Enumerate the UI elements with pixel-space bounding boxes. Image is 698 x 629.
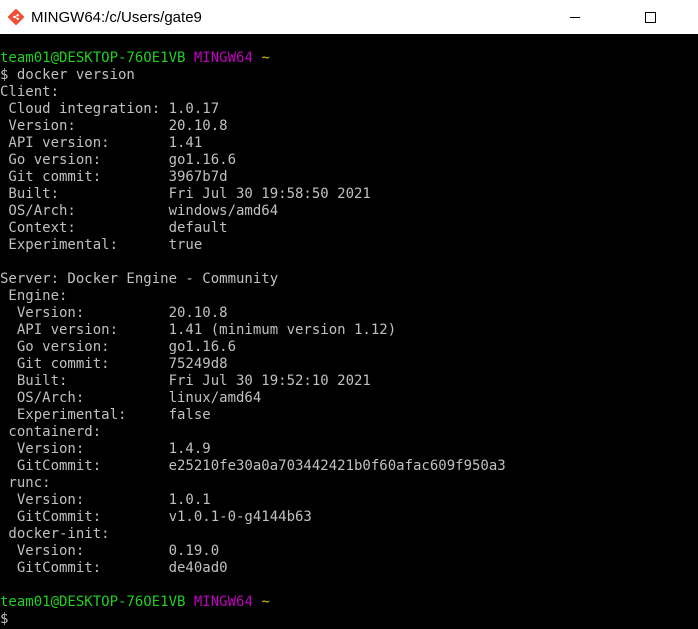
prompt-line: team01@DESKTOP-76OE1VB MINGW64 ~ — [0, 50, 506, 67]
command-output: Client: Cloud integration: 1.0.17 Versio… — [0, 84, 506, 594]
output-line: Experimental: false — [0, 407, 211, 423]
output-line: Client: — [0, 84, 60, 100]
output-line: API version: 1.41 — [0, 135, 203, 151]
prompt-user-host: team01@DESKTOP-76OE1VB — [0, 50, 186, 66]
output-line: Git commit: 75249d8 — [0, 356, 228, 372]
output-line: Cloud integration: 1.0.17 — [0, 101, 220, 117]
output-line: Experimental: true — [0, 237, 203, 253]
output-line: GitCommit: e25210fe30a0a703442421b0f60af… — [0, 458, 506, 474]
terminal-area[interactable]: team01@DESKTOP-76OE1VB MINGW64 ~ $ docke… — [0, 34, 698, 629]
prompt-user-host: team01@DESKTOP-76OE1VB — [0, 594, 186, 610]
prompt-env: MINGW64 — [193, 594, 253, 610]
command-line: $ docker version — [0, 67, 135, 83]
output-line: Git commit: 3967b7d — [0, 169, 228, 185]
window-title: MINGW64:/c/Users/gate9 — [31, 8, 202, 26]
maximize-button[interactable] — [627, 0, 673, 34]
title-bar[interactable]: MINGW64:/c/Users/gate9 — [0, 0, 698, 34]
minimize-button[interactable] — [552, 0, 598, 34]
output-line: GitCommit: de40ad0 — [0, 560, 228, 576]
output-line: runc: — [0, 475, 51, 491]
git-bash-icon — [8, 9, 24, 25]
output-line: API version: 1.41 (minimum version 1.12) — [0, 322, 397, 338]
output-line: OS/Arch: linux/amd64 — [0, 390, 262, 406]
prompt-line: team01@DESKTOP-76OE1VB MINGW64 ~ — [0, 594, 506, 611]
output-line: OS/Arch: windows/amd64 — [0, 203, 279, 219]
terminal-window: MINGW64:/c/Users/gate9 team01@DESKTOP-76… — [0, 0, 698, 629]
output-line: Version: 1.0.1 — [0, 492, 211, 508]
output-line: Version: 1.4.9 — [0, 441, 211, 457]
terminal-output: team01@DESKTOP-76OE1VB MINGW64 ~ $ docke… — [0, 50, 506, 628]
minimize-icon — [570, 16, 580, 18]
output-line: Built: Fri Jul 30 19:58:50 2021 — [0, 186, 371, 202]
output-line: Version: 20.10.8 — [0, 118, 228, 134]
output-line: Engine: — [0, 288, 68, 304]
cursor-line[interactable]: $ — [0, 611, 506, 628]
output-line: Version: 20.10.8 — [0, 305, 228, 321]
output-line: Go version: go1.16.6 — [0, 152, 237, 168]
output-line: Built: Fri Jul 30 19:52:10 2021 — [0, 373, 371, 389]
output-line: Go version: go1.16.6 — [0, 339, 237, 355]
maximize-icon — [644, 11, 656, 23]
output-line: docker-init: — [0, 526, 110, 542]
output-line: Version: 0.19.0 — [0, 543, 220, 559]
output-line: Server: Docker Engine - Community — [0, 271, 279, 287]
output-line: GitCommit: v1.0.1-0-g4144b63 — [0, 509, 312, 525]
prompt-env: MINGW64 — [193, 50, 253, 66]
prompt-path: ~ — [261, 50, 270, 66]
output-line: Context: default — [0, 220, 228, 236]
output-line: containerd: — [0, 424, 102, 440]
prompt-path: ~ — [261, 594, 270, 610]
